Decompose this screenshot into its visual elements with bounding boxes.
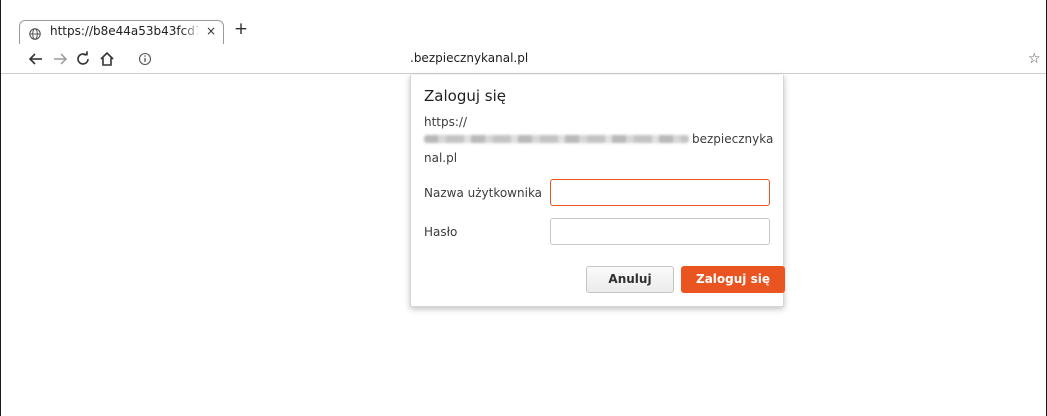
back-arrow-icon[interactable]	[27, 50, 45, 68]
dialog-url-domain-part2: nal.pl	[424, 151, 458, 165]
login-button[interactable]: Zaloguj się	[681, 266, 785, 293]
reload-icon[interactable]	[74, 50, 92, 68]
close-tab-icon[interactable]: ×	[204, 23, 218, 39]
forward-arrow-icon[interactable]	[51, 50, 69, 68]
browser-tab[interactable]: https://b8e44a53b43fcd7 ×	[19, 20, 224, 44]
bookmark-star-icon[interactable]: ☆	[1028, 50, 1044, 68]
dialog-url-redacted	[424, 135, 689, 143]
navigation-toolbar: .bezpiecznykanal.pl ☆	[1, 44, 1046, 74]
dialog-url-domain-part1: bezpiecznyka	[692, 132, 774, 146]
tab-title: https://b8e44a53b43fcd7	[50, 24, 198, 38]
password-input[interactable]	[550, 218, 770, 245]
password-label: Hasło	[424, 225, 458, 239]
globe-icon	[29, 25, 41, 40]
home-icon[interactable]	[98, 50, 116, 68]
browser-window: https://b8e44a53b43fcd7 × + .bezpiecznyk…	[0, 0, 1047, 416]
login-dialog: Zaloguj się https:// bezpiecznyka nal.pl…	[410, 75, 785, 307]
username-input[interactable]	[550, 179, 770, 206]
tab-strip: https://b8e44a53b43fcd7 × +	[1, 0, 1046, 44]
cancel-button[interactable]: Anuluj	[586, 266, 674, 293]
tab-title-fade	[182, 22, 202, 42]
dialog-url-scheme: https://	[424, 115, 468, 129]
new-tab-button[interactable]: +	[233, 20, 249, 38]
info-icon[interactable]	[137, 50, 155, 68]
dialog-title: Zaloguj się	[424, 87, 506, 105]
username-label: Nazwa użytkownika	[424, 186, 543, 200]
address-bar-url[interactable]: .bezpiecznykanal.pl	[410, 51, 528, 65]
